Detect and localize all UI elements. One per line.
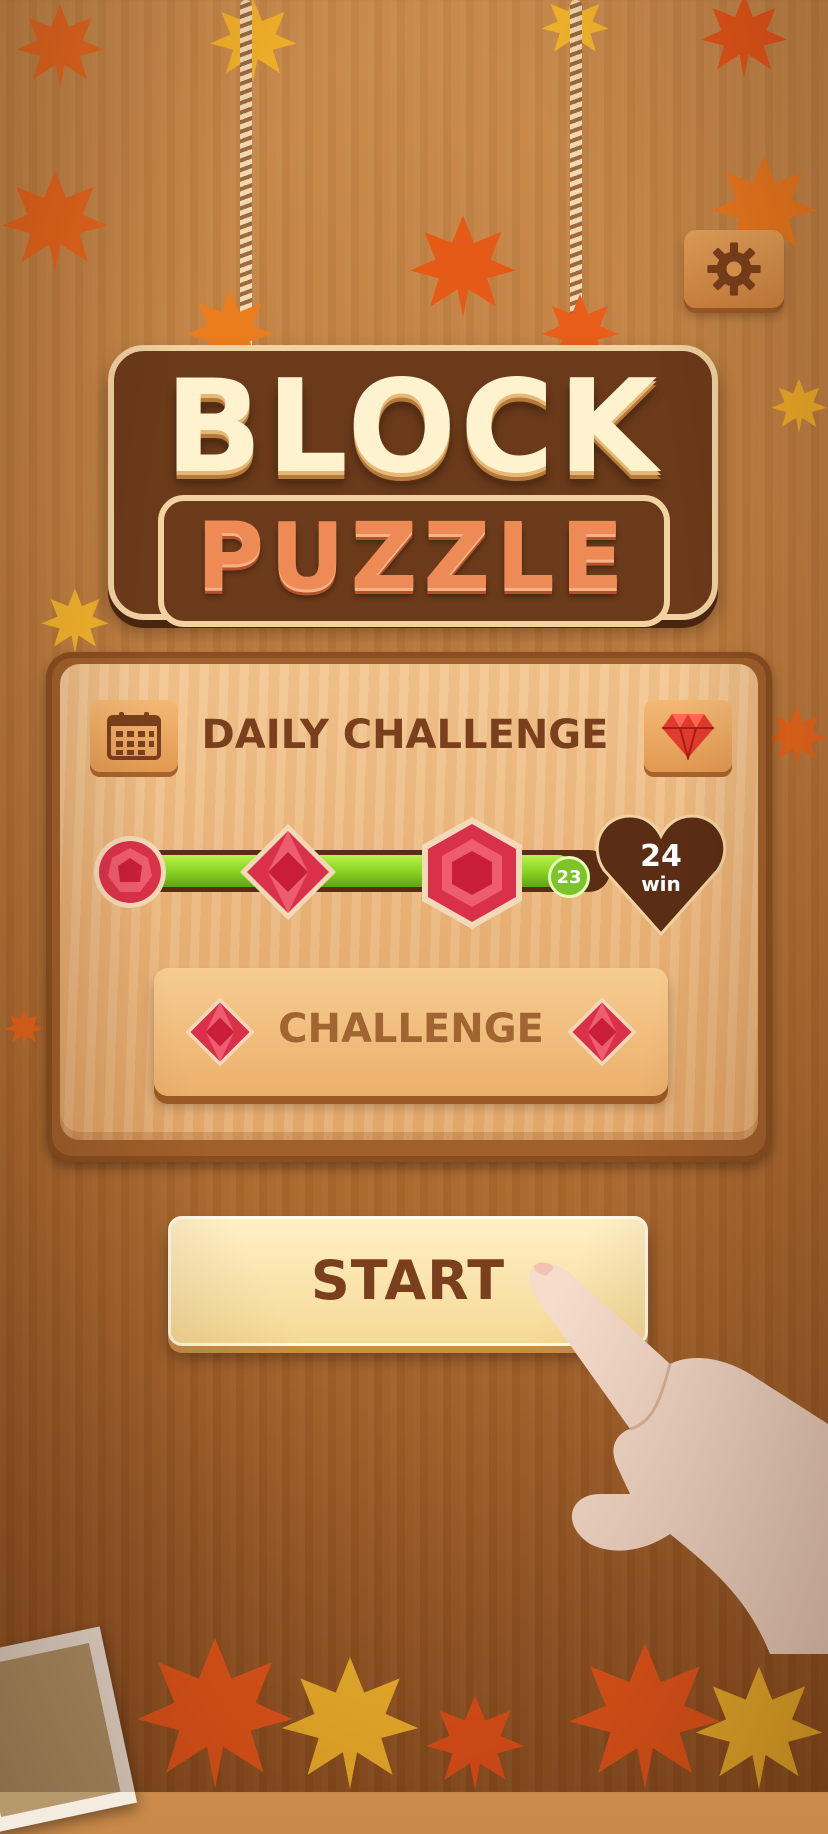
goal-unit: win bbox=[641, 872, 681, 896]
round-gem-icon bbox=[94, 836, 166, 908]
maple-leaf-icon bbox=[41, 588, 109, 654]
maple-leaf-icon bbox=[700, 0, 788, 79]
pointing-hand-icon bbox=[529, 1262, 828, 1654]
calendar-button[interactable] bbox=[90, 700, 178, 772]
maple-leaf-icon bbox=[2, 170, 108, 273]
goal-value: 24 bbox=[640, 839, 682, 874]
calendar-icon bbox=[107, 712, 161, 760]
diamond-gem-icon bbox=[567, 997, 637, 1067]
maple-leaf-icon bbox=[766, 706, 827, 766]
logo-title: BLOCK bbox=[164, 353, 662, 502]
goal-label-block: 24 win bbox=[594, 839, 728, 896]
daily-challenge-title: DAILY CHALLENGE bbox=[201, 712, 609, 758]
maple-leaf-icon bbox=[4, 1009, 44, 1047]
logo-subtitle: PUZZLE bbox=[196, 503, 630, 610]
settings-button[interactable] bbox=[684, 230, 784, 308]
progress-bar bbox=[140, 850, 610, 892]
maple-leaf-icon bbox=[695, 1666, 823, 1790]
maple-leaf-icon bbox=[16, 4, 104, 89]
challenge-button[interactable]: CHALLENGE bbox=[154, 968, 668, 1096]
maple-leaf-icon bbox=[771, 378, 827, 433]
hexagon-gem-icon bbox=[422, 817, 522, 929]
gear-icon bbox=[707, 242, 761, 296]
maple-leaf-icon bbox=[426, 1695, 524, 1790]
current-progress-badge: 23 bbox=[548, 856, 590, 898]
maple-leaf-icon bbox=[209, 0, 297, 83]
gems-button[interactable] bbox=[644, 700, 732, 772]
diamond-icon bbox=[662, 714, 714, 760]
game-logo: BLOCK PUZZLE bbox=[108, 345, 718, 627]
diamond-gem-icon bbox=[240, 824, 336, 920]
